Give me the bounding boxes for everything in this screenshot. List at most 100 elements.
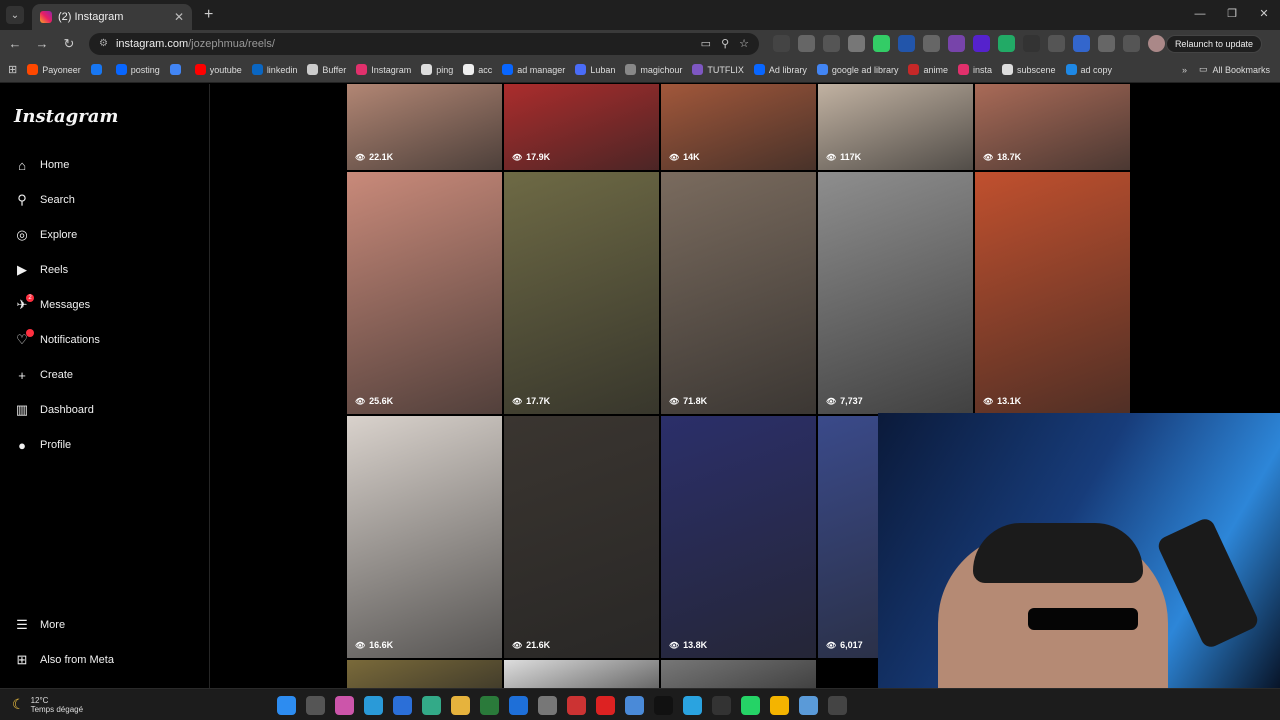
more-bookmarks-icon[interactable]: » [1182,65,1187,75]
mail-icon[interactable] [509,696,528,715]
bookmark-star-icon[interactable]: ☆ [739,37,749,50]
bookmark-item[interactable] [169,64,185,75]
sidebar-item-messages[interactable]: ✈ 2 Messages [14,294,90,313]
sidebar-item-also-from-meta[interactable]: ⊞ Also from Meta [14,652,114,668]
weather-widget[interactable]: ☾ 12°C Temps dégagé [12,696,83,714]
app-icon[interactable] [567,696,586,715]
bookmark-item[interactable]: Buffer [307,64,346,75]
url-bar[interactable]: ⚙ instagram.com/jozephmua/reels/ ▭ ⚲ ☆ [89,32,759,55]
bookmark-item[interactable]: Instagram [356,64,411,75]
sidebar-item-reels[interactable]: ▶ Reels [14,262,68,278]
minimize-icon[interactable]: — [1184,0,1216,30]
sidebar-item-home[interactable]: ⌂ Home [14,157,69,173]
sidebar-item-notifications[interactable]: ♡ Notifications [14,329,100,348]
sidebar-item-dashboard[interactable]: ▥ Dashboard [14,402,94,418]
reel-thumbnail[interactable]: 👁 71.8K [661,172,816,414]
reel-thumbnail[interactable]: 👁 117K [818,84,973,170]
sidebar-item-explore[interactable]: ◎ Explore [14,227,77,243]
bookmark-item[interactable] [90,64,106,75]
app-icon[interactable] [712,696,731,715]
bookmark-item[interactable]: linkedin [251,64,297,75]
cast-icon[interactable]: ▭ [701,37,711,50]
reel-thumbnail[interactable]: 👁 17.7K [504,172,659,414]
windows-start-icon[interactable] [277,696,296,715]
file-explorer-icon[interactable] [451,696,470,715]
tiktok-icon[interactable] [654,696,673,715]
telegram-icon[interactable] [683,696,702,715]
reel-thumbnail[interactable]: 👁 7,737 [818,172,973,414]
extension-icon[interactable] [948,35,965,52]
reel-thumbnail[interactable]: 👁 13.8K [661,416,816,658]
app-icon[interactable] [625,696,644,715]
app-icon[interactable] [828,696,847,715]
sidebar-item-more[interactable]: ☰ More [14,617,65,633]
extension-icon[interactable] [773,35,790,52]
app-icon[interactable] [393,696,412,715]
bookmark-item[interactable]: acc [463,64,492,75]
browser-tab[interactable]: (2) Instagram ✕ [32,4,192,30]
bookmark-item[interactable]: TUTFLIX [692,64,744,75]
close-window-icon[interactable]: ✕ [1248,0,1280,30]
sidebar-item-search[interactable]: ⚲ Search [14,192,75,208]
reel-thumbnail[interactable]: 👁 22.1K [347,84,502,170]
side-panel-icon[interactable] [1123,35,1140,52]
extension-icon[interactable] [973,35,990,52]
tab-close-icon[interactable]: ✕ [174,10,184,24]
whatsapp-icon[interactable] [741,696,760,715]
profile-avatar-icon[interactable] [1148,35,1165,52]
app-icon[interactable] [480,696,499,715]
extension-icon[interactable] [823,35,840,52]
reel-thumbnail[interactable]: 👁 21.6K [504,416,659,658]
bookmark-item[interactable]: google ad library [816,64,898,75]
sidebar-item-create[interactable]: + Create [14,367,73,383]
reel-thumbnail[interactable]: 👁 18.7K [975,84,1130,170]
restore-icon[interactable]: ❐ [1216,0,1248,30]
opera-icon[interactable] [596,696,615,715]
app-icon[interactable] [422,696,441,715]
relaunch-to-update-button[interactable]: Relaunch to update [1165,34,1262,53]
app-icon[interactable] [799,696,818,715]
reel-thumbnail[interactable]: 👁 13.1K [975,172,1130,414]
extension-icon[interactable] [1023,35,1040,52]
reel-thumbnail[interactable]: 👁 16.6K [347,416,502,658]
app-icon[interactable] [364,696,383,715]
reel-thumbnail[interactable] [661,660,816,688]
bookmark-item[interactable]: Luban [575,64,615,75]
reload-icon[interactable]: ↻ [57,36,81,52]
settings-icon[interactable] [538,696,557,715]
reel-thumbnail[interactable] [504,660,659,688]
bookmark-item[interactable]: anime [908,64,948,75]
extensions-puzzle-icon[interactable] [1098,35,1115,52]
extension-icon[interactable] [1048,35,1065,52]
extension-icon[interactable] [798,35,815,52]
bookmark-item[interactable]: subscene [1001,64,1056,75]
extension-icon[interactable] [1073,35,1090,52]
chrome-icon[interactable] [770,696,789,715]
site-info-icon[interactable]: ⚙ [99,38,108,49]
new-tab-button[interactable]: + [204,6,213,24]
forward-icon[interactable]: → [30,36,54,51]
taskview-icon[interactable] [306,696,325,715]
all-bookmarks-button[interactable]: » ▭ All Bookmarks [1182,64,1270,75]
apps-grid-icon[interactable]: ⊞ [8,63,17,76]
extension-icon[interactable] [873,35,890,52]
bookmark-item[interactable]: posting [115,64,160,75]
sidebar-item-profile[interactable]: ● Profile [14,437,71,453]
bookmark-item[interactable]: ad manager [502,64,565,75]
copilot-icon[interactable] [335,696,354,715]
extension-icon[interactable] [923,35,940,52]
instagram-logo[interactable]: Instagram [14,106,118,127]
bookmark-item[interactable]: Ad library [753,64,807,75]
bookmark-item[interactable]: insta [957,64,992,75]
reel-thumbnail[interactable] [347,660,502,688]
bookmark-item[interactable]: ping [421,64,453,75]
bookmark-item[interactable]: magichour [625,64,682,75]
bookmark-item[interactable]: Payoneer [27,64,81,75]
bookmark-item[interactable]: ad copy [1065,64,1112,75]
extension-icon[interactable] [898,35,915,52]
reel-thumbnail[interactable]: 👁 14K [661,84,816,170]
reel-thumbnail[interactable]: 👁 25.6K [347,172,502,414]
zoom-icon[interactable]: ⚲ [721,37,729,50]
extension-icon[interactable] [848,35,865,52]
reel-thumbnail[interactable]: 👁 17.9K [504,84,659,170]
